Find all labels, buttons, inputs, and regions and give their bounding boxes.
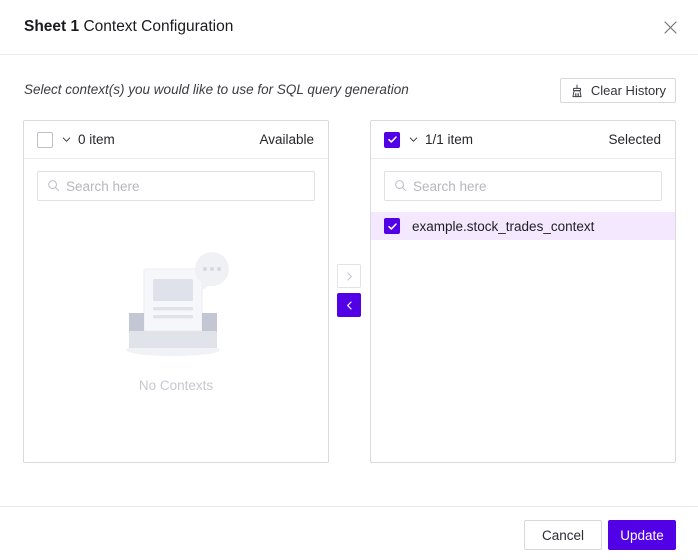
close-icon[interactable] (656, 13, 684, 41)
page-title-rest: Context Configuration (79, 18, 234, 35)
transfer-buttons (337, 264, 361, 317)
chevron-left-icon (344, 300, 355, 311)
update-button[interactable]: Update (608, 520, 676, 550)
selected-count-label: 1/1 item (425, 132, 474, 147)
page-title: Sheet 1 Context Configuration (24, 17, 233, 37)
page-title-sheet: Sheet 1 (24, 18, 80, 35)
selected-select-all-checkbox[interactable] (384, 131, 400, 148)
dialog-footer: Cancel Update (0, 506, 698, 560)
selected-side-label: Selected (608, 132, 661, 147)
available-search-wrap (24, 159, 328, 201)
available-panel: 0 item Available Search here No Contexts (23, 120, 329, 463)
list-item-label: example.stock_trades_context (412, 218, 595, 234)
selected-search-box[interactable] (384, 171, 662, 201)
available-panel-header: 0 item Available (24, 121, 328, 159)
chevron-down-icon[interactable] (61, 134, 72, 145)
selected-search-wrap (371, 159, 675, 201)
chevron-right-icon (344, 271, 355, 282)
selected-list: example.stock_trades_context (371, 212, 675, 240)
available-search-box[interactable] (37, 171, 315, 201)
selected-panel: 1/1 item Selected Search here example.st… (370, 120, 676, 463)
dialog-subtitle: Select context(s) you would like to use … (24, 82, 409, 97)
dialog-header: Sheet 1 Context Configuration (0, 0, 698, 55)
move-right-button[interactable] (337, 264, 361, 288)
available-empty-text: No Contexts (138, 378, 214, 393)
available-search-input[interactable] (38, 172, 314, 200)
move-left-button[interactable] (337, 293, 361, 317)
available-select-all-checkbox[interactable] (37, 131, 53, 148)
list-item[interactable]: example.stock_trades_context (371, 212, 675, 240)
context-configuration-dialog: Sheet 1 Context Configuration Select con… (0, 0, 698, 560)
available-count-label: 0 item (78, 132, 115, 147)
chevron-down-icon[interactable] (408, 134, 419, 145)
available-empty-state: No Contexts (24, 243, 328, 393)
list-item-checkbox[interactable] (384, 218, 400, 234)
empty-inbox-illustration (111, 243, 241, 368)
cancel-button[interactable]: Cancel (524, 520, 602, 550)
available-side-label: Available (259, 132, 314, 147)
clear-history-label: Clear History (590, 83, 666, 98)
selected-search-input[interactable] (385, 172, 661, 200)
selected-panel-header: 1/1 item Selected (371, 121, 675, 159)
broom-icon (570, 84, 584, 98)
clear-history-button[interactable]: Clear History (559, 78, 676, 103)
